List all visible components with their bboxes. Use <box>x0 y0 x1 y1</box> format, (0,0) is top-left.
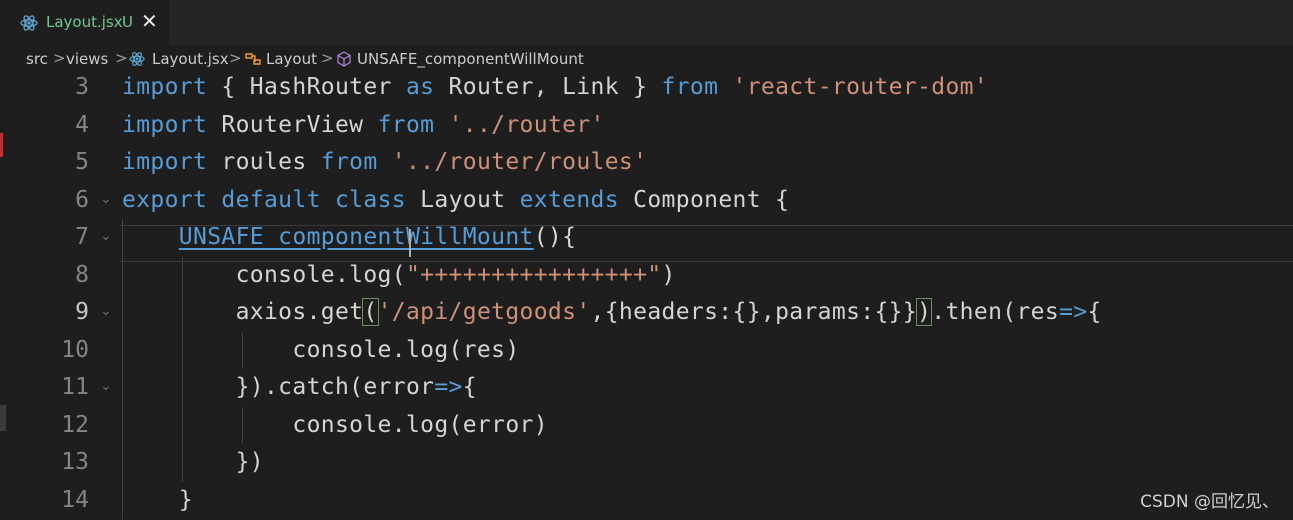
line-number: 3 <box>75 74 89 100</box>
line-content: import roules from '../router/roules' <box>122 149 648 175</box>
method-name-link: UNSAFE_componentWillMount <box>178 224 534 250</box>
line-number: 14 <box>61 486 89 513</box>
breadcrumb-separator: > <box>321 49 334 67</box>
line-content: }).catch(error=>{ <box>122 374 477 400</box>
line-number: 13 <box>61 449 89 475</box>
bracket-match: ) <box>916 298 933 326</box>
line-content: } <box>122 486 193 513</box>
code-line: 3 import { HashRouter as Router, Link } … <box>0 70 1293 107</box>
breadcrumb-item-src[interactable]: src <box>26 50 48 68</box>
breadcrumb: src > views > Layout.jsx > Layout > UNSA… <box>0 45 1293 73</box>
chevron-down-icon[interactable]: ⌄ <box>100 378 112 394</box>
code-line: 10 console.log(res) <box>0 333 1293 370</box>
close-icon[interactable]: ✕ <box>141 9 158 33</box>
tab-git-status: U <box>122 13 133 31</box>
line-content: import RouterView from '../router' <box>122 111 605 138</box>
text-cursor <box>409 229 411 257</box>
code-editor[interactable]: 3 import { HashRouter as Router, Link } … <box>0 70 1293 519</box>
code-line: 14 } <box>0 483 1293 520</box>
tab-filename: Layout.jsx <box>46 13 123 31</box>
code-line: 4 import RouterView from '../router' <box>0 108 1293 145</box>
code-line: 5 import roules from '../router/roules' <box>0 145 1293 182</box>
code-line: 6 ⌄ export default class Layout extends … <box>0 183 1293 220</box>
line-number: 12 <box>61 411 89 438</box>
breadcrumb-item-class[interactable]: Layout <box>266 50 317 68</box>
code-line-active: 9 ⌄ axios.get('/api/getgoods',{headers:{… <box>0 295 1293 332</box>
watermark: CSDN @回忆见、 <box>1140 492 1279 512</box>
line-content: }) <box>122 449 264 475</box>
code-line: 11 ⌄ }).catch(error=>{ <box>0 370 1293 407</box>
line-number: 10 <box>61 336 89 363</box>
chevron-down-icon[interactable]: ⌄ <box>100 303 112 319</box>
method-icon <box>337 51 351 67</box>
chevron-down-icon[interactable]: ⌄ <box>100 228 112 244</box>
code-line: 13 }) <box>0 445 1293 482</box>
editor-tab[interactable]: Layout.jsx U ✕ <box>0 0 169 45</box>
code-line: 8 console.log("++++++++++++++++") <box>0 258 1293 295</box>
line-content: console.log("++++++++++++++++") <box>122 261 676 288</box>
code-line: 12 console.log(error) <box>0 408 1293 445</box>
line-number: 5 <box>75 149 89 175</box>
line-number: 7 <box>75 224 89 250</box>
line-number: 9 <box>75 299 89 325</box>
line-content: UNSAFE_componentWillMount(){ <box>178 224 577 250</box>
line-number: 11 <box>61 374 89 400</box>
class-icon <box>245 53 261 65</box>
line-content: import { HashRouter as Router, Link } fr… <box>122 74 989 100</box>
chevron-down-icon[interactable]: ⌄ <box>100 191 112 207</box>
breadcrumb-item-method[interactable]: UNSAFE_componentWillMount <box>357 50 584 68</box>
line-content: console.log(res) <box>122 336 520 363</box>
breadcrumb-separator: > <box>53 49 66 67</box>
line-content: export default class Layout extends Comp… <box>122 186 790 213</box>
react-icon <box>129 52 145 66</box>
tab-bar: Layout.jsx U ✕ <box>0 0 1293 45</box>
code-line: 7 ⌄ UNSAFE_componentWillMount(){ <box>0 220 1293 257</box>
line-number: 4 <box>75 111 89 138</box>
line-number: 6 <box>75 186 89 213</box>
bracket-match: ( <box>362 298 379 326</box>
breadcrumb-item-views[interactable]: views <box>66 50 108 68</box>
breadcrumb-separator: > <box>229 49 242 67</box>
breadcrumb-separator: > <box>115 49 128 67</box>
react-icon <box>20 15 38 31</box>
line-number: 8 <box>75 261 89 288</box>
line-content: console.log(error) <box>122 411 548 438</box>
line-content: axios.get('/api/getgoods',{headers:{},pa… <box>122 298 1102 326</box>
breadcrumb-item-file[interactable]: Layout.jsx <box>152 50 229 68</box>
